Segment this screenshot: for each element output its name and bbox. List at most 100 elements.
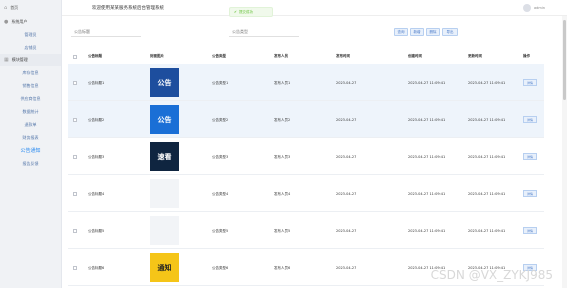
cell-created: 2023-04-27 11:09:41 xyxy=(408,191,446,196)
cell-title: 公告标题2 xyxy=(88,117,105,122)
sidebar-home[interactable]: ⌂ 首页 xyxy=(0,0,61,16)
cell-type: 公告类型5 xyxy=(212,228,229,233)
sidebar-home-label: 首页 xyxy=(10,5,19,10)
grid-icon: ▦ xyxy=(4,57,9,63)
col-action: 操作 xyxy=(523,54,530,58)
search-button[interactable]: 查询 xyxy=(394,28,408,36)
cover-image xyxy=(150,179,179,208)
cell-type: 公告类型3 xyxy=(212,154,229,159)
cell-updated: 2023-04-27 11:09:41 xyxy=(468,117,506,122)
table-header: 公告标题 封面图片 公告类型 发布人员 发布时间 创建时间 更新时间 操作 xyxy=(68,52,544,62)
col-updated: 更新时间 xyxy=(468,54,482,58)
table-row[interactable]: 公告标题1 公告类型1 发布人员1 2023-04-27 2023-04-27 11:0… xyxy=(68,64,544,101)
cell-type: 公告类型2 xyxy=(212,117,229,122)
row-checkbox[interactable] xyxy=(73,154,77,159)
sidebar-item-module-4[interactable]: 退款单 xyxy=(0,118,61,131)
sidebar-item-module-3[interactable]: 数据统计 xyxy=(0,105,61,118)
cover-image: 公告 xyxy=(150,68,179,97)
cell-created: 2023-04-27 11:09:41 xyxy=(408,154,446,159)
row-checkbox[interactable] xyxy=(73,80,77,85)
cell-type: 公告类型6 xyxy=(212,265,229,270)
row-checkbox[interactable] xyxy=(73,228,77,233)
detail-button[interactable]: 详情 xyxy=(523,190,537,197)
cell-title: 公告标题1 xyxy=(88,80,105,85)
scrollbar-thumb[interactable] xyxy=(563,20,566,100)
type-filter-input[interactable]: 公告类型 xyxy=(229,27,299,37)
title-filter-placeholder: 公告标题 xyxy=(74,28,90,34)
cell-updated: 2023-04-27 11:09:41 xyxy=(468,191,506,196)
cell-publisher: 发布人员5 xyxy=(274,228,291,233)
app-title: 欢迎使用某某服务系统后台管理系统 xyxy=(92,5,164,11)
cell-type: 公告类型4 xyxy=(212,191,229,196)
watermark: CSDN @VX_ZYKJ985 xyxy=(430,268,553,282)
user-menu[interactable]: admin xyxy=(523,4,545,12)
home-icon: ⌂ xyxy=(4,5,8,11)
detail-button[interactable]: 详情 xyxy=(523,153,537,160)
avatar xyxy=(523,4,532,12)
success-toast: ✔ 提交成功 xyxy=(229,7,273,17)
cell-title: 公告标题4 xyxy=(88,191,105,196)
cover-image: 通知 xyxy=(150,253,179,282)
col-title: 公告标题 xyxy=(88,54,102,58)
cell-date: 2023-04-27 xyxy=(336,265,357,270)
cell-updated: 2023-04-27 11:09:41 xyxy=(468,228,506,233)
title-filter-input[interactable]: 公告标题 xyxy=(71,27,141,37)
cell-date: 2023-04-27 xyxy=(336,80,357,85)
cell-publisher: 发布人员6 xyxy=(274,265,291,270)
col-image: 封面图片 xyxy=(150,54,164,58)
cell-updated: 2023-04-27 11:09:41 xyxy=(468,154,506,159)
cell-created: 2023-04-27 11:09:41 xyxy=(408,117,446,122)
add-button[interactable]: 新增 xyxy=(410,28,424,36)
cover-image: 速看 xyxy=(150,142,179,171)
cell-publisher: 发布人员3 xyxy=(274,154,291,159)
scrollbar[interactable] xyxy=(562,16,567,288)
sidebar-section-user[interactable]: ● 系统用户 xyxy=(0,16,61,28)
sidebar-item-module-6[interactable]: 公告通知 xyxy=(0,144,61,157)
toast-text: 提交成功 xyxy=(238,9,253,14)
sidebar-item-user-1[interactable]: 店铺员 xyxy=(0,41,61,54)
cell-title: 公告标题3 xyxy=(88,154,105,159)
detail-button[interactable]: 详情 xyxy=(523,79,537,86)
table-row[interactable]: 公告标题2 公告类型2 发布人员2 2023-04-27 2023-04-27 11:0… xyxy=(68,101,544,138)
delete-button[interactable]: 删除 xyxy=(426,28,440,36)
table-row[interactable]: 公告标题5 公告类型5 发布人员5 2023-04-27 2023-04-27 11:0… xyxy=(68,212,544,249)
select-all-checkbox[interactable] xyxy=(73,55,77,59)
sidebar-item-module-2[interactable]: 供应商信息 xyxy=(0,92,61,105)
type-filter-placeholder: 公告类型 xyxy=(232,28,248,34)
table-row[interactable]: 公告标题3 公告类型3 发布人员3 2023-04-27 2023-04-27 11:0… xyxy=(68,138,544,175)
sidebar-section-module[interactable]: ▦ 模块管理 xyxy=(0,54,61,66)
cell-type: 公告类型1 xyxy=(212,80,229,85)
sidebar-item-user-0[interactable]: 管理员 xyxy=(0,28,61,41)
row-checkbox[interactable] xyxy=(73,265,77,270)
cell-title: 公告标题6 xyxy=(88,265,105,270)
cell-date: 2023-04-27 xyxy=(336,117,357,122)
username: admin xyxy=(534,6,545,10)
cell-date: 2023-04-27 xyxy=(336,191,357,196)
detail-button[interactable]: 详情 xyxy=(523,116,537,123)
col-created: 创建时间 xyxy=(408,54,422,58)
cell-date: 2023-04-27 xyxy=(336,154,357,159)
export-button[interactable]: 导出 xyxy=(442,28,458,36)
row-checkbox[interactable] xyxy=(73,117,77,122)
cell-updated: 2023-04-27 11:09:41 xyxy=(468,80,506,85)
cell-publisher: 发布人员2 xyxy=(274,117,291,122)
sidebar-item-module-7[interactable]: 报告反馈 xyxy=(0,157,61,170)
cell-date: 2023-04-27 xyxy=(336,228,357,233)
cell-publisher: 发布人员1 xyxy=(274,80,291,85)
sidebar-item-module-1[interactable]: 销售信息 xyxy=(0,79,61,92)
user-icon: ● xyxy=(4,19,9,25)
cell-publisher: 发布人员4 xyxy=(274,191,291,196)
sidebar-item-module-0[interactable]: 库存信息 xyxy=(0,66,61,79)
top-header: 欢迎使用某某服务系统后台管理系统 admin xyxy=(62,0,567,16)
check-icon: ✔ xyxy=(234,10,237,14)
row-checkbox[interactable] xyxy=(73,191,77,196)
cover-image: 公告 xyxy=(150,105,179,134)
sidebar: ⌂ 首页 ● 系统用户 管理员 店铺员 ▦ 模块管理 库存信息 销售信息 供应商信息数… xyxy=(0,0,62,288)
sidebar-item-module-5[interactable]: 财务报表 xyxy=(0,131,61,144)
cell-created: 2023-04-27 11:09:41 xyxy=(408,228,446,233)
cover-image xyxy=(150,216,179,245)
col-publisher: 发布人员 xyxy=(274,54,288,58)
detail-button[interactable]: 详情 xyxy=(523,227,537,234)
table-row[interactable]: 公告标题4 公告类型4 发布人员4 2023-04-27 2023-04-27 11:0… xyxy=(68,175,544,212)
cell-created: 2023-04-27 11:09:41 xyxy=(408,80,446,85)
